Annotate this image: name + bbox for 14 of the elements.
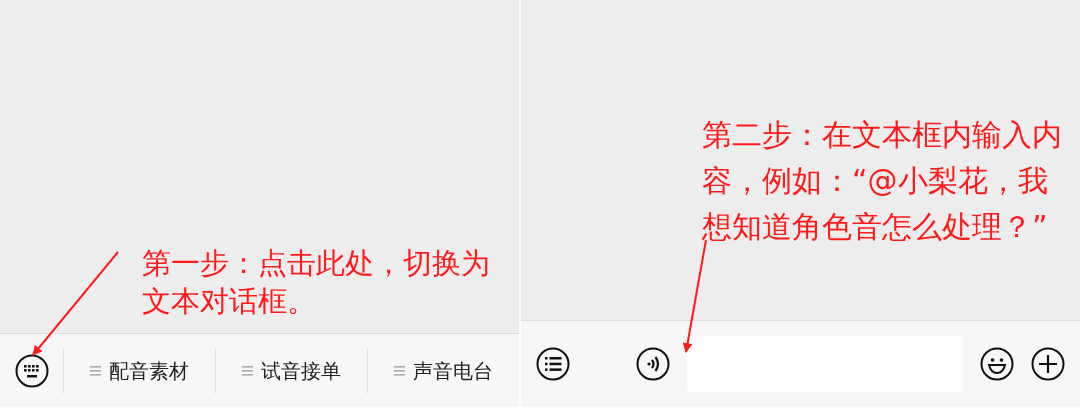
menu-lines-icon xyxy=(242,365,253,376)
step-one-annotation: 第一步：点击此处，切换为文本对话框。 xyxy=(142,245,491,320)
menu-lines-icon xyxy=(394,365,405,376)
message-input-field[interactable] xyxy=(687,336,963,392)
voice-icon[interactable] xyxy=(636,347,670,381)
plus-icon[interactable] xyxy=(1031,347,1065,381)
menu-icon[interactable] xyxy=(536,347,570,381)
keyboard-icon[interactable] xyxy=(14,353,49,388)
step-two-annotation: 第二步：在文本框内输入内容，例如：“@小梨花，我想知道角色音怎么处理？” xyxy=(702,116,1062,246)
smiley-icon[interactable] xyxy=(980,347,1014,381)
menu-tab[interactable]: 声音电台 xyxy=(368,348,519,393)
menu-tab[interactable]: 配音素材 xyxy=(64,348,215,393)
menu-lines-icon xyxy=(90,365,101,376)
menu-tab[interactable]: 试音接单 xyxy=(216,348,367,393)
